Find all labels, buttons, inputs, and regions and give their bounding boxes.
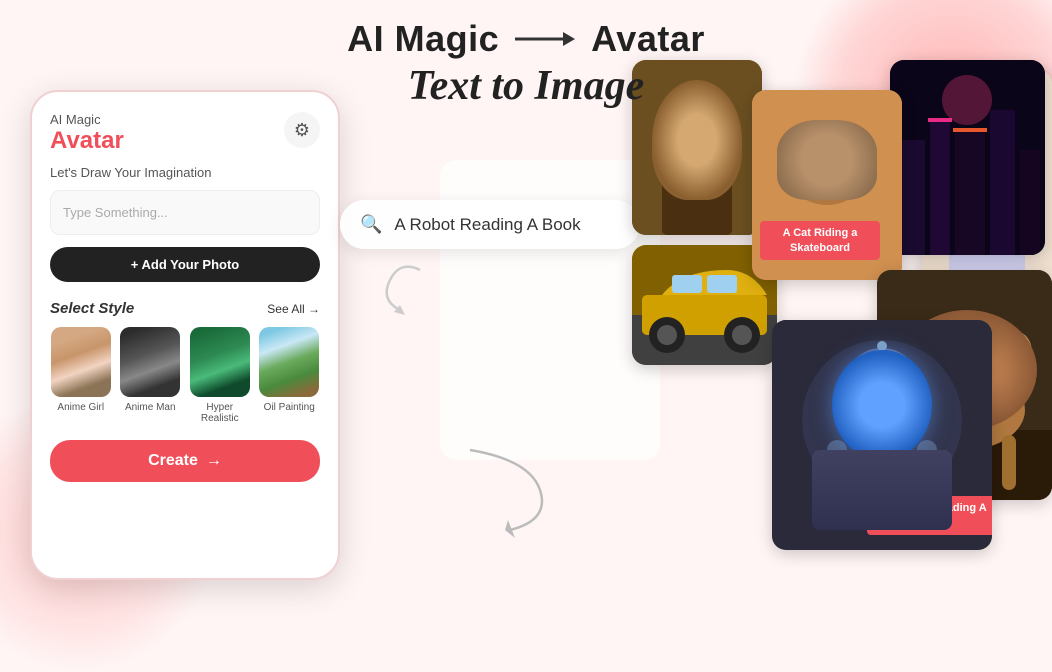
style-label-anime-man: Anime Man	[125, 402, 176, 413]
style-item-hyper[interactable]: Hyper Realistic	[189, 327, 251, 424]
style-grid: Anime Girl Anime Man Hyper Realistic Oil…	[50, 327, 320, 424]
search-icon: 🔍	[360, 214, 382, 235]
header: AI Magic Avatar Text to Image	[0, 18, 1052, 110]
create-arrow-icon: →	[206, 452, 222, 470]
style-thumb-anime-man	[120, 327, 180, 397]
header-title-part1: AI Magic	[347, 18, 499, 60]
gallery-image-robot: A Robot Reading A Book	[772, 320, 992, 550]
select-style-label: Select Style	[50, 300, 134, 317]
search-text: A Robot Reading A Book	[394, 215, 580, 235]
see-all-link[interactable]: See All →	[267, 302, 320, 316]
header-arrow-icon	[515, 25, 575, 53]
style-label-hyper: Hyper Realistic	[189, 402, 251, 424]
phone-app-label: AI Magic	[50, 112, 124, 127]
style-item-anime-man[interactable]: Anime Man	[120, 327, 182, 424]
style-label-anime-girl: Anime Girl	[57, 402, 104, 413]
add-photo-button[interactable]: + Add Your Photo	[50, 247, 320, 282]
select-style-header: Select Style See All →	[50, 300, 320, 317]
create-button[interactable]: Create →	[50, 440, 320, 482]
center-area: 🔍 A Robot Reading A Book	[340, 200, 680, 249]
gallery: A Cat Riding a Skateboard	[632, 60, 1052, 590]
style-thumb-anime-girl	[51, 327, 111, 397]
phone-header: AI Magic Avatar ⚙	[50, 112, 320, 155]
style-item-anime-girl[interactable]: Anime Girl	[50, 327, 112, 424]
phone-app-info: AI Magic Avatar	[50, 112, 124, 155]
search-bar[interactable]: 🔍 A Robot Reading A Book	[340, 200, 640, 249]
phone-app-title: Avatar	[50, 127, 124, 155]
curved-arrow-bottom	[450, 440, 570, 545]
style-label-oil: Oil Painting	[264, 402, 315, 413]
phone-text-input[interactable]: Type Something...	[50, 190, 320, 235]
style-thumb-hyper	[190, 327, 250, 397]
gallery-label-robot: A Robot Reading A Book	[867, 496, 992, 535]
style-item-oil[interactable]: Oil Painting	[259, 327, 321, 424]
curved-arrow-left	[350, 250, 430, 335]
style-thumb-oil	[259, 327, 319, 397]
gallery-label-cat: A Cat Riding a Skateboard	[760, 221, 880, 260]
gallery-image-cat: A Cat Riding a Skateboard	[752, 90, 902, 280]
phone-subtitle: Let's Draw Your Imagination	[50, 165, 320, 180]
header-title: AI Magic Avatar	[0, 18, 1052, 60]
create-label: Create	[148, 452, 198, 470]
phone-mockup: AI Magic Avatar ⚙ Let's Draw Your Imagin…	[30, 90, 340, 580]
gear-icon[interactable]: ⚙	[284, 112, 320, 148]
header-title-part2: Avatar	[591, 18, 705, 60]
header-subtitle: Text to Image	[0, 62, 1052, 110]
add-photo-label: + Add Your Photo	[131, 257, 239, 272]
